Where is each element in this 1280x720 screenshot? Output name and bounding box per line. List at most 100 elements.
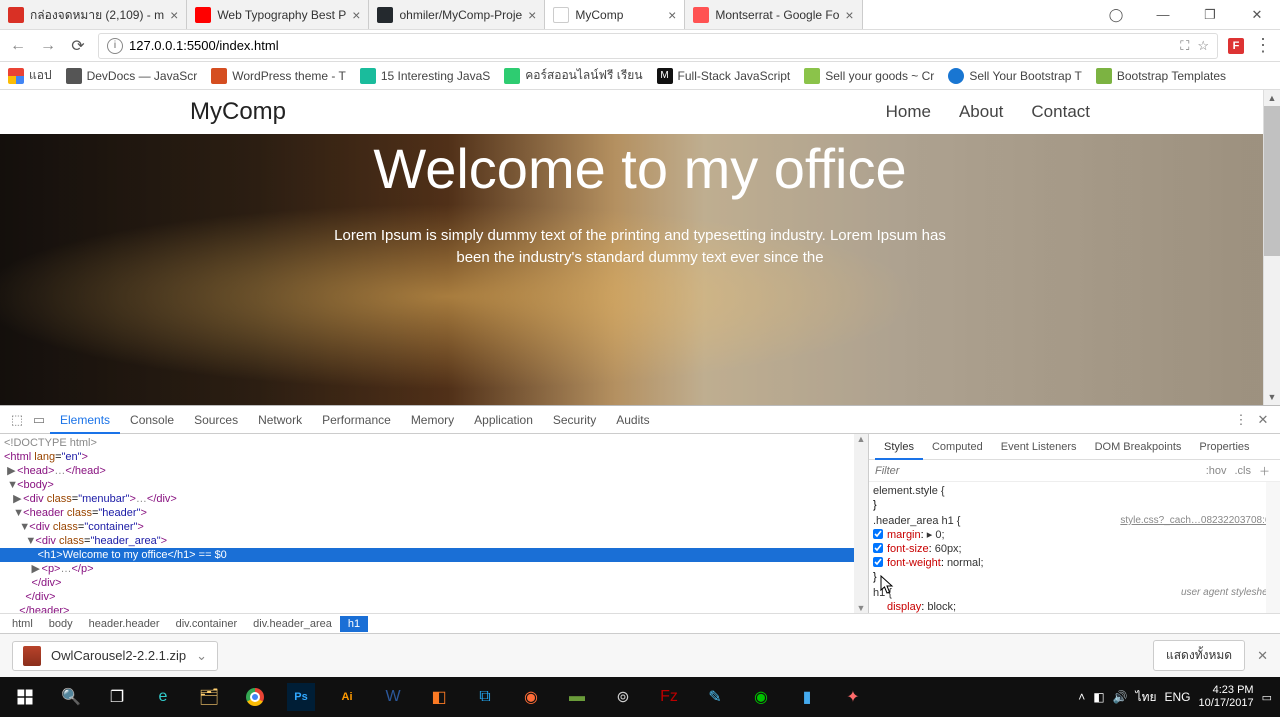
bookmark-item[interactable]: MFull-Stack JavaScript	[657, 68, 791, 84]
devtab-application[interactable]: Application	[464, 406, 543, 434]
page-scrollbar[interactable]: ▲ ▼	[1263, 90, 1280, 405]
close-icon[interactable]: ×	[845, 7, 853, 23]
show-all-downloads[interactable]: แสดงทั้งหมด	[1153, 640, 1245, 671]
apps-button[interactable]: แอป	[8, 66, 52, 85]
url-input[interactable]	[129, 38, 1174, 53]
filezilla-icon[interactable]: Fz	[646, 677, 692, 717]
devtab-network[interactable]: Network	[248, 406, 312, 434]
inspect-icon[interactable]: ⬚	[6, 412, 28, 428]
crumb-header[interactable]: header.header	[81, 616, 168, 632]
properties-tab[interactable]: Properties	[1190, 434, 1258, 460]
bookmark-item[interactable]: คอร์สออนไลน์ฟรี เรียน	[504, 66, 642, 85]
site-info-icon[interactable]: i	[107, 38, 123, 54]
maximize-button[interactable]: ❐	[1187, 0, 1233, 30]
css-prop-toggle[interactable]	[873, 529, 883, 539]
computed-tab[interactable]: Computed	[923, 434, 992, 460]
download-item[interactable]: OwlCarousel2-2.2.1.zip ⌄	[12, 641, 218, 671]
dom-tree[interactable]: <!DOCTYPE html> <html lang="en"> ▶<head>…	[0, 434, 854, 613]
scroll-up-icon[interactable]: ▲	[1264, 90, 1280, 106]
chrome-icon[interactable]	[232, 677, 278, 717]
cls-toggle[interactable]: .cls	[1231, 465, 1256, 477]
bookmark-item[interactable]: 15 Interesting JavaS	[360, 68, 490, 84]
lang-indicator[interactable]: ไทย	[1136, 688, 1157, 707]
dom-scrollbar[interactable]: ▲▼	[854, 434, 868, 613]
dombreakpoints-tab[interactable]: DOM Breakpoints	[1086, 434, 1191, 460]
address-bar[interactable]: i ⛶ ☆	[98, 33, 1218, 59]
crumb-headerarea[interactable]: div.header_area	[245, 616, 340, 632]
devtab-memory[interactable]: Memory	[401, 406, 464, 434]
source-link[interactable]: style.css?_cach…08232203708:63	[1120, 514, 1276, 528]
nav-about[interactable]: About	[959, 102, 1003, 122]
extension-icon[interactable]: F	[1228, 38, 1244, 54]
xampp-icon[interactable]: ◧	[416, 677, 462, 717]
eventlisteners-tab[interactable]: Event Listeners	[992, 434, 1086, 460]
close-icon[interactable]: ×	[528, 7, 536, 23]
line-icon[interactable]: ◉	[738, 677, 784, 717]
close-icon[interactable]: ×	[668, 7, 676, 23]
tab-googlefonts[interactable]: Montserrat - Google Fo×	[685, 0, 862, 29]
edge-icon[interactable]: e	[140, 677, 186, 717]
tab-gmail[interactable]: กล่องจดหมาย (2,109) - m×	[0, 0, 187, 29]
network-icon[interactable]: ◧	[1093, 690, 1104, 704]
devtools-menu-icon[interactable]: ⋮	[1230, 412, 1252, 428]
photoshop-icon[interactable]: Ps	[287, 683, 315, 711]
vscode-icon[interactable]: ⧉	[462, 677, 508, 717]
back-button[interactable]: ←	[8, 37, 28, 55]
styles-tab[interactable]: Styles	[875, 434, 923, 460]
devtools-close-icon[interactable]: ✕	[1252, 412, 1274, 428]
postman-icon[interactable]: ◉	[508, 677, 554, 717]
word-icon[interactable]: W	[370, 677, 416, 717]
hov-toggle[interactable]: :hov	[1202, 465, 1231, 477]
menu-icon[interactable]: ⋮	[1254, 35, 1272, 56]
bookmark-star-icon[interactable]: ☆	[1197, 38, 1209, 54]
devtab-elements[interactable]: Elements	[50, 406, 120, 434]
css-rules[interactable]: element.style {} style.css?_cach…0823220…	[869, 482, 1280, 613]
close-icon[interactable]: ×	[352, 7, 360, 23]
tab-youtube[interactable]: Web Typography Best P×	[187, 0, 369, 29]
chevron-down-icon[interactable]: ⌄	[196, 648, 207, 664]
tray-chevron-icon[interactable]: ˄	[1078, 690, 1085, 704]
obs-icon[interactable]: ⊚	[600, 677, 646, 717]
crumb-html[interactable]: html	[4, 616, 41, 632]
lang-code[interactable]: ENG	[1165, 690, 1191, 704]
translate-icon[interactable]: ⛶	[1180, 38, 1189, 54]
bookmark-item[interactable]: DevDocs — JavaScr	[66, 68, 198, 84]
tab-mycomp[interactable]: MyComp×	[545, 0, 685, 29]
account-icon[interactable]: ◯	[1093, 0, 1139, 30]
start-button[interactable]	[2, 677, 48, 717]
nav-contact[interactable]: Contact	[1031, 102, 1090, 122]
app-icon[interactable]: ▮	[784, 677, 830, 717]
reload-button[interactable]: ⟳	[68, 36, 88, 56]
devtab-console[interactable]: Console	[120, 406, 184, 434]
heidisql-icon[interactable]: ▬	[554, 677, 600, 717]
system-tray[interactable]: ˄ ◧ 🔊 ไทย ENG	[1078, 688, 1190, 707]
css-prop-toggle[interactable]	[873, 557, 883, 567]
device-toolbar-icon[interactable]: ▭	[28, 412, 50, 428]
tab-github[interactable]: ohmiler/MyComp-Proje×	[369, 0, 545, 29]
styles-filter-input[interactable]	[875, 465, 1202, 477]
crumb-h1[interactable]: h1	[340, 616, 368, 632]
devtab-audits[interactable]: Audits	[606, 406, 659, 434]
scrollbar-thumb[interactable]	[1264, 106, 1280, 256]
devtab-performance[interactable]: Performance	[312, 406, 401, 434]
add-rule-icon[interactable]: ＋	[1255, 463, 1274, 479]
devtab-sources[interactable]: Sources	[184, 406, 248, 434]
bookmark-item[interactable]: WordPress theme - T	[211, 68, 346, 84]
site-brand[interactable]: MyComp	[190, 98, 286, 126]
css-prop-toggle[interactable]	[873, 543, 883, 553]
volume-icon[interactable]: 🔊	[1113, 690, 1128, 704]
taskview-icon[interactable]: ❐	[94, 677, 140, 717]
bookmark-item[interactable]: Sell your goods ~ Cr	[804, 68, 934, 84]
scroll-down-icon[interactable]: ▼	[1264, 389, 1280, 405]
crumb-container[interactable]: div.container	[168, 616, 246, 632]
devtab-security[interactable]: Security	[543, 406, 606, 434]
nav-home[interactable]: Home	[886, 102, 931, 122]
notifications-icon[interactable]: ▭	[1262, 691, 1272, 704]
bookmark-item[interactable]: Sell Your Bootstrap T	[948, 68, 1082, 84]
close-button[interactable]: ✕	[1234, 0, 1280, 30]
close-icon[interactable]: ×	[170, 7, 178, 23]
close-downloads-icon[interactable]: ✕	[1257, 648, 1268, 664]
explorer-icon[interactable]: 🗂	[186, 677, 232, 717]
minimize-button[interactable]: —	[1140, 0, 1186, 30]
dom-selected-node[interactable]: <h1>Welcome to my office</h1> == $0	[0, 548, 854, 562]
